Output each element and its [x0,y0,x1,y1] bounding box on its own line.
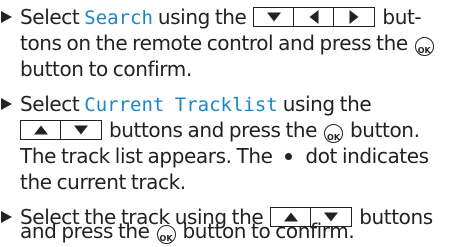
key-group-up-down [20,120,102,140]
arrow-down-key [61,121,101,139]
arrow-down-icon [74,125,88,135]
triangle-bullet-icon [0,91,14,117]
triangle-bullet-icon [0,4,14,30]
instruction-document: Select Search using the but- tons on the… [0,0,463,244]
step-3-line-2-post: button to confirm. [177,219,355,243]
step-2-post: using the [277,92,372,116]
step-2-pre: Select [20,92,85,116]
ok-button-icon: OK [324,124,344,143]
arrow-up-key [21,121,61,139]
step-1-line-2: tons on the remote control and press the… [20,30,436,56]
current-track-dot-icon [285,153,293,160]
step-1-line-2-text: tons on the remote control and press the [20,31,413,55]
highlight-current-tracklist: Current Tracklist [84,94,278,116]
step-1-mid: using the [152,5,252,29]
step-2-line-1: Select Current Tracklist using the [0,91,372,117]
step-1-pre: Select [20,5,85,29]
step-2-line-2-end: button. [345,118,420,142]
step-2-line-4-text: the current track. [20,170,186,194]
step-2-line-4: the current track. [20,169,186,195]
arrow-down-icon [266,12,281,22]
step-1-line-3: button to confirm. [20,56,192,82]
step-3-line-2: and press the OK button to confirm. [20,218,355,244]
arrow-up-icon [33,125,48,135]
step-2-line-2-text: buttons and press the [104,118,323,142]
step-1-post: but- [377,5,422,29]
step-3-line-2-pre: and press the [20,219,155,243]
arrow-left-key [294,8,335,26]
ok-button-icon: OK [156,225,176,244]
arrow-down-key [254,8,295,26]
step-2-line-3: The track list appears. The dot indicate… [20,143,429,169]
step-1-line-3-text: button to confirm. [20,57,192,81]
step-2-line-2: buttons and press the OK button. [20,117,420,143]
arrow-right-key [334,8,374,26]
step-2-line-3-end: dot indicates [300,144,429,168]
arrow-right-icon [349,10,359,24]
step-2-line-3-text: The track list appears. The [20,144,278,168]
key-group-down-left-right [253,7,376,27]
step-3-post: buttons [354,205,433,229]
arrow-left-icon [309,10,319,24]
ok-button-icon: OK [414,37,434,56]
triangle-bullet-icon [0,204,14,230]
step-1-line-1: Select Search using the but- [0,4,422,30]
highlight-search: Search [84,7,153,29]
